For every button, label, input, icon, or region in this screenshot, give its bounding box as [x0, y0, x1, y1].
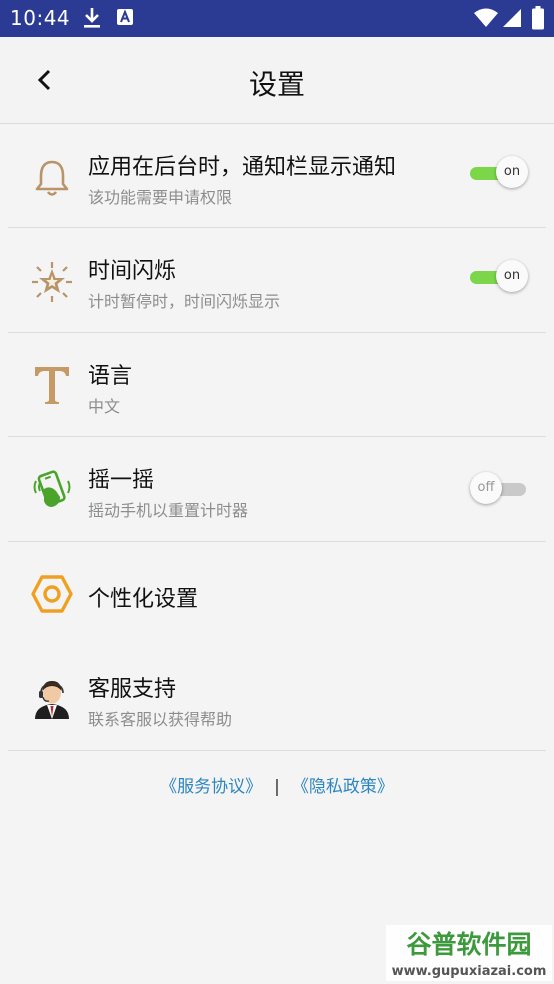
watermark-logo: 谷普软件园 www.gupuxiazai.com: [386, 925, 552, 981]
status-time: 10:44: [10, 6, 71, 30]
footer-links: 《服务协议》 | 《隐私政策》: [0, 772, 554, 797]
toggle-knob: on: [496, 260, 528, 292]
setting-row-personalization[interactable]: 个性化设置: [0, 542, 554, 646]
hexagon-settings-icon: [31, 575, 73, 613]
setting-description: 摇动手机以重置计时器: [88, 501, 249, 520]
service-agreement-link[interactable]: 《服务协议》: [160, 777, 262, 797]
signal-icon: [503, 9, 521, 27]
notification-toggle[interactable]: on: [470, 156, 530, 190]
toggle-knob: on: [496, 156, 528, 188]
setting-description: 计时暂停时，时间闪烁显示: [88, 292, 281, 311]
battery-icon: [532, 6, 544, 30]
setting-label: 应用在后台时，通知栏显示通知: [88, 155, 397, 180]
setting-label: 客服支持: [88, 677, 177, 702]
setting-label: 摇一摇: [88, 468, 155, 493]
customer-service-icon: [35, 681, 69, 719]
bell-icon: [35, 160, 69, 196]
star-flash-icon: [32, 262, 72, 302]
setting-description: 中文: [88, 397, 121, 416]
setting-label: 个性化设置: [88, 587, 199, 612]
status-bar: 10:44: [0, 0, 554, 37]
setting-label: 时间闪烁: [88, 259, 177, 284]
time-flash-toggle[interactable]: on: [470, 260, 530, 294]
toggle-knob: off: [470, 472, 502, 504]
page-title: 设置: [248, 68, 305, 101]
setting-row-customer-support[interactable]: 客服支持 联系客服以获得帮助: [0, 646, 554, 750]
shake-toggle[interactable]: off: [470, 472, 530, 506]
wifi-icon: [474, 8, 498, 27]
text-a-icon: [117, 9, 133, 25]
watermark-brand: 谷普软件园: [406, 930, 531, 959]
watermark-url: www.gupuxiazai.com: [392, 964, 547, 979]
letter-t-icon: [35, 367, 69, 404]
row-divider: [8, 750, 546, 751]
privacy-policy-link[interactable]: 《隐私政策》: [292, 777, 394, 797]
shake-phone-icon: [33, 470, 71, 507]
setting-row-shake[interactable]: 摇一摇 摇动手机以重置计时器 off: [0, 437, 554, 541]
setting-row-background-notification[interactable]: 应用在后台时，通知栏显示通知 该功能需要申请权限 on: [0, 124, 554, 228]
footer-separator: |: [274, 777, 280, 797]
setting-description: 该功能需要申请权限: [88, 188, 233, 207]
setting-row-time-flash[interactable]: 时间闪烁 计时暂停时，时间闪烁显示 on: [0, 228, 554, 332]
download-icon: [84, 8, 100, 28]
setting-row-language[interactable]: 语言 中文: [0, 333, 554, 437]
app-header: 设置: [0, 37, 554, 123]
setting-label: 语言: [88, 364, 133, 389]
setting-description: 联系客服以获得帮助: [88, 710, 233, 729]
